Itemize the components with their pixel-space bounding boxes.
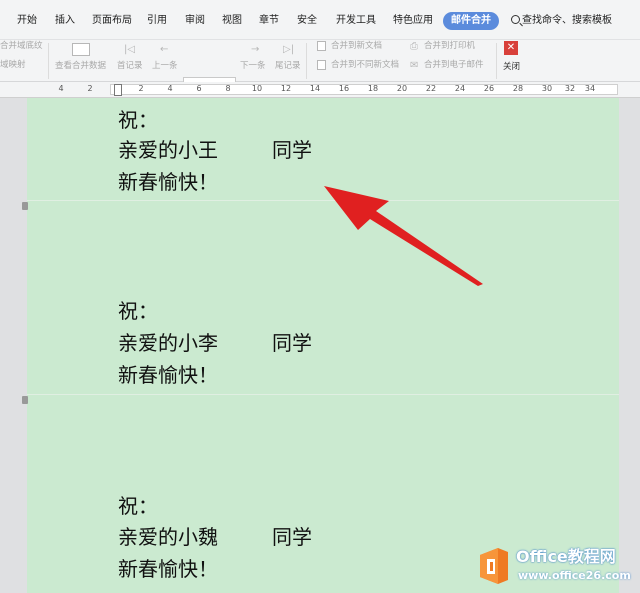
watermark-name: Office教程网: [516, 547, 616, 566]
classmate-label: 同学: [272, 331, 312, 355]
tab-insert[interactable]: 插入: [55, 12, 75, 30]
previous-record-button[interactable]: 上一条: [152, 61, 178, 72]
ruler-number: 22: [425, 84, 437, 93]
horizontal-ruler[interactable]: 4 2 2 4 6 8 10 12 14 16 18 20 22 24 26 2…: [0, 82, 640, 98]
new-document-icon: [317, 41, 326, 51]
watermark-url: www.office26.com: [518, 569, 631, 582]
ruler-number: 6: [196, 84, 202, 93]
recipient-name: 亲爱的小魏: [118, 525, 218, 549]
tab-review[interactable]: 审阅: [185, 12, 205, 30]
classmate-label: 同学: [272, 138, 312, 162]
ruler-number: 26: [483, 84, 495, 93]
page: [27, 98, 619, 593]
ruler-number: 18: [367, 84, 379, 93]
first-record-button[interactable]: 首记录: [117, 61, 143, 72]
ruler-number: 14: [309, 84, 321, 93]
recipient-name: 亲爱的小李: [118, 331, 218, 355]
view-merge-data-icon: [72, 43, 90, 56]
ruler-number: 2: [87, 84, 93, 93]
ruler-number: 4: [58, 84, 64, 93]
recipient-name: 亲爱的小王: [118, 138, 218, 162]
page-edge-marker: [22, 396, 28, 404]
wish-label: 祝：: [118, 299, 158, 323]
close-button[interactable]: 关闭: [503, 62, 520, 73]
ruler-number: 30: [541, 84, 553, 93]
ruler-number: 10: [251, 84, 263, 93]
ruler-number: 34: [584, 84, 596, 93]
merge-to-different-documents-button[interactable]: 合并到不同新文档: [331, 60, 399, 71]
previous-record-icon: ←: [160, 44, 169, 55]
multiple-documents-icon: [317, 60, 326, 70]
office-logo-icon: [480, 548, 508, 584]
tab-mail-merge[interactable]: 邮件合并: [443, 12, 499, 30]
document-canvas[interactable]: 祝： 亲爱的小王 同学 新春愉快！ 祝： 亲爱的小李 同学 新春愉快！ 祝： 亲…: [0, 98, 640, 593]
tab-home[interactable]: 开始: [17, 12, 37, 30]
ruler-number: 16: [338, 84, 350, 93]
command-search-label: 查找命令、搜索模板: [522, 15, 612, 26]
close-icon[interactable]: ✕: [504, 41, 518, 55]
ruler-number: 24: [454, 84, 466, 93]
ruler-number: 20: [396, 84, 408, 93]
tab-page-layout[interactable]: 页面布局: [92, 12, 132, 30]
last-record-icon: ▷|: [283, 44, 295, 55]
wps-writer-window: 开始 插入 页面布局 引用 审阅 视图 章节 安全 开发工具 特色应用 邮件合并…: [0, 0, 640, 593]
ruler-number: 2: [138, 84, 144, 93]
tab-references[interactable]: 引用: [147, 12, 167, 30]
indent-marker[interactable]: [114, 84, 122, 96]
ruler-number: 8: [225, 84, 231, 93]
ruler-number: 28: [512, 84, 524, 93]
tab-special-apps[interactable]: 特色应用: [393, 12, 433, 30]
field-mapping-button[interactable]: 域映射: [0, 60, 26, 71]
merge-to-new-document-button[interactable]: 合并到新文档: [331, 41, 382, 52]
merge-to-printer-button[interactable]: 合并到打印机: [424, 41, 475, 52]
greeting-text: 新春愉快！: [118, 557, 218, 581]
ruler-number: 4: [167, 84, 173, 93]
last-record-button[interactable]: 尾记录: [275, 61, 301, 72]
ruler-number: 32: [564, 84, 576, 93]
section-divider: [27, 394, 619, 395]
search-icon: [511, 15, 520, 24]
tab-developer[interactable]: 开发工具: [336, 12, 376, 30]
merge-to-email-button[interactable]: 合并到电子邮件: [424, 60, 484, 71]
next-record-icon: →: [251, 44, 260, 55]
first-record-icon: |◁: [124, 44, 136, 55]
greeting-text: 新春愉快！: [118, 363, 218, 387]
classmate-label: 同学: [272, 525, 312, 549]
view-merge-data-button[interactable]: 查看合并数据: [55, 61, 106, 72]
printer-icon: ⎙: [410, 41, 418, 52]
wish-label: 祝：: [118, 494, 158, 518]
section-divider: [27, 200, 619, 201]
wish-label: 祝：: [118, 108, 158, 132]
ruler-number: 12: [280, 84, 292, 93]
merge-field-shading-button[interactable]: 合并域底纹: [0, 41, 43, 52]
page-edge-marker: [22, 202, 28, 210]
ribbon-tab-bar: 开始 插入 页面布局 引用 审阅 视图 章节 安全 开发工具 特色应用 邮件合并…: [0, 0, 640, 40]
office26-watermark: Office教程网 www.office26.com: [474, 545, 634, 589]
next-record-button[interactable]: 下一条: [240, 61, 266, 72]
email-icon: ✉: [410, 60, 419, 71]
tab-security[interactable]: 安全: [297, 12, 317, 30]
tab-chapter[interactable]: 章节: [259, 12, 279, 30]
mail-merge-toolbar: 合并域底纹 域映射 查看合并数据 |◁ 首记录 ← 上一条 → 下一条 ▷| 尾…: [0, 40, 640, 92]
greeting-text: 新春愉快！: [118, 170, 218, 194]
tab-view[interactable]: 视图: [222, 12, 242, 30]
command-search[interactable]: 查找命令、搜索模板: [511, 12, 612, 30]
